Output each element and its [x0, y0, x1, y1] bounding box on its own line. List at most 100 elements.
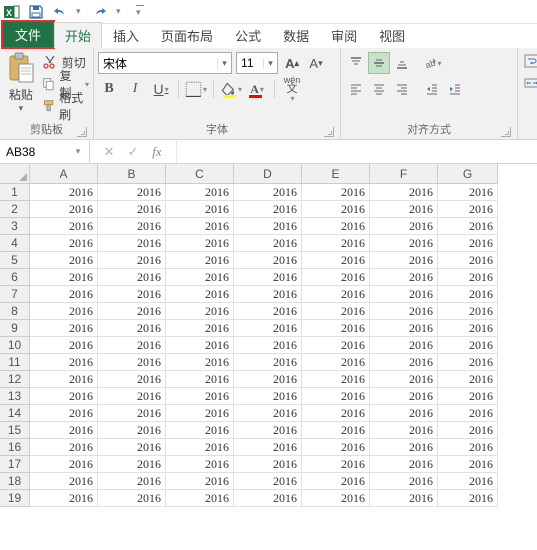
cell[interactable]: 2016: [370, 184, 438, 201]
tab-review[interactable]: 审阅: [320, 22, 368, 48]
font-size-input[interactable]: [237, 53, 263, 73]
cell[interactable]: 2016: [30, 269, 98, 286]
cell[interactable]: 2016: [234, 354, 302, 371]
cell[interactable]: 2016: [370, 456, 438, 473]
cell[interactable]: 2016: [370, 490, 438, 507]
cell[interactable]: 2016: [234, 405, 302, 422]
cell[interactable]: 2016: [98, 388, 166, 405]
cell[interactable]: 2016: [438, 235, 498, 252]
cell[interactable]: 2016: [302, 320, 370, 337]
font-color-button[interactable]: A▾: [246, 78, 268, 100]
qat-customize-icon[interactable]: ▾: [136, 5, 144, 18]
merge-center-button[interactable]: 合并: [524, 74, 537, 94]
cell[interactable]: 2016: [98, 184, 166, 201]
cell[interactable]: 2016: [438, 456, 498, 473]
cell[interactable]: 2016: [234, 439, 302, 456]
underline-button[interactable]: U▾: [150, 78, 172, 100]
cell[interactable]: 2016: [98, 456, 166, 473]
cell[interactable]: 2016: [302, 388, 370, 405]
cell[interactable]: 2016: [166, 269, 234, 286]
column-header[interactable]: A: [30, 164, 98, 184]
cell[interactable]: 2016: [438, 422, 498, 439]
cell[interactable]: 2016: [30, 388, 98, 405]
cell[interactable]: 2016: [438, 354, 498, 371]
format-painter-button[interactable]: 格式刷: [42, 96, 89, 116]
cell[interactable]: 2016: [166, 201, 234, 218]
font-name-dropdown-icon[interactable]: ▾: [217, 58, 231, 69]
cell[interactable]: 2016: [302, 286, 370, 303]
cell[interactable]: 2016: [98, 218, 166, 235]
cell[interactable]: 2016: [370, 422, 438, 439]
cell[interactable]: 2016: [302, 354, 370, 371]
cell[interactable]: 2016: [438, 439, 498, 456]
font-size-dropdown-icon[interactable]: ▾: [263, 58, 277, 69]
cell[interactable]: 2016: [166, 184, 234, 201]
font-name-combo[interactable]: ▾: [98, 52, 232, 74]
row-header[interactable]: 9: [0, 320, 30, 337]
cell[interactable]: 2016: [234, 388, 302, 405]
cell[interactable]: 2016: [234, 235, 302, 252]
row-header[interactable]: 8: [0, 303, 30, 320]
cell[interactable]: 2016: [370, 269, 438, 286]
row-header[interactable]: 2: [0, 201, 30, 218]
orientation-dropdown-icon[interactable]: ▾: [438, 59, 442, 68]
cell[interactable]: 2016: [98, 286, 166, 303]
column-header[interactable]: G: [438, 164, 498, 184]
column-header[interactable]: E: [302, 164, 370, 184]
cell[interactable]: 2016: [166, 354, 234, 371]
cell[interactable]: 2016: [234, 303, 302, 320]
cell[interactable]: 2016: [370, 473, 438, 490]
cell[interactable]: 2016: [30, 218, 98, 235]
cell[interactable]: 2016: [98, 354, 166, 371]
row-header[interactable]: 12: [0, 371, 30, 388]
insert-function-button[interactable]: fx: [146, 142, 168, 162]
cell[interactable]: 2016: [302, 473, 370, 490]
phonetic-button[interactable]: wén文▾: [281, 78, 303, 100]
name-box-dropdown-icon[interactable]: ▾: [70, 146, 86, 157]
align-top-button[interactable]: [345, 52, 367, 74]
cell[interactable]: 2016: [30, 354, 98, 371]
cell[interactable]: 2016: [166, 490, 234, 507]
cell[interactable]: 2016: [302, 303, 370, 320]
cell[interactable]: 2016: [30, 303, 98, 320]
cell[interactable]: 2016: [438, 388, 498, 405]
cell[interactable]: 2016: [302, 218, 370, 235]
cell[interactable]: 2016: [234, 320, 302, 337]
cell[interactable]: 2016: [370, 286, 438, 303]
cell[interactable]: 2016: [302, 252, 370, 269]
cell[interactable]: 2016: [166, 473, 234, 490]
cell[interactable]: 2016: [302, 371, 370, 388]
font-dialog-launcher-icon[interactable]: [324, 127, 334, 137]
cell[interactable]: 2016: [302, 235, 370, 252]
row-header[interactable]: 16: [0, 439, 30, 456]
cell[interactable]: 2016: [166, 252, 234, 269]
cell[interactable]: 2016: [30, 286, 98, 303]
cell[interactable]: 2016: [98, 269, 166, 286]
row-header[interactable]: 1: [0, 184, 30, 201]
cell[interactable]: 2016: [302, 490, 370, 507]
italic-button[interactable]: I: [124, 78, 146, 100]
fill-color-dropdown-icon[interactable]: ▾: [238, 85, 242, 94]
undo-dropdown-icon[interactable]: ▾: [76, 6, 84, 17]
copy-dropdown-icon[interactable]: ▾: [85, 80, 89, 89]
cell[interactable]: 2016: [438, 269, 498, 286]
cell[interactable]: 2016: [438, 473, 498, 490]
cell[interactable]: 2016: [302, 422, 370, 439]
cell[interactable]: 2016: [438, 405, 498, 422]
cell[interactable]: 2016: [98, 422, 166, 439]
cell[interactable]: 2016: [234, 422, 302, 439]
column-header[interactable]: D: [234, 164, 302, 184]
cell[interactable]: 2016: [370, 320, 438, 337]
name-box-input[interactable]: [0, 145, 70, 159]
cell[interactable]: 2016: [30, 490, 98, 507]
cell[interactable]: 2016: [30, 456, 98, 473]
cell[interactable]: 2016: [234, 218, 302, 235]
cell[interactable]: 2016: [438, 371, 498, 388]
cell[interactable]: 2016: [30, 252, 98, 269]
cell[interactable]: 2016: [302, 201, 370, 218]
cell[interactable]: 2016: [166, 303, 234, 320]
cell[interactable]: 2016: [166, 235, 234, 252]
cell[interactable]: 2016: [234, 269, 302, 286]
cell[interactable]: 2016: [98, 490, 166, 507]
cell[interactable]: 2016: [98, 371, 166, 388]
